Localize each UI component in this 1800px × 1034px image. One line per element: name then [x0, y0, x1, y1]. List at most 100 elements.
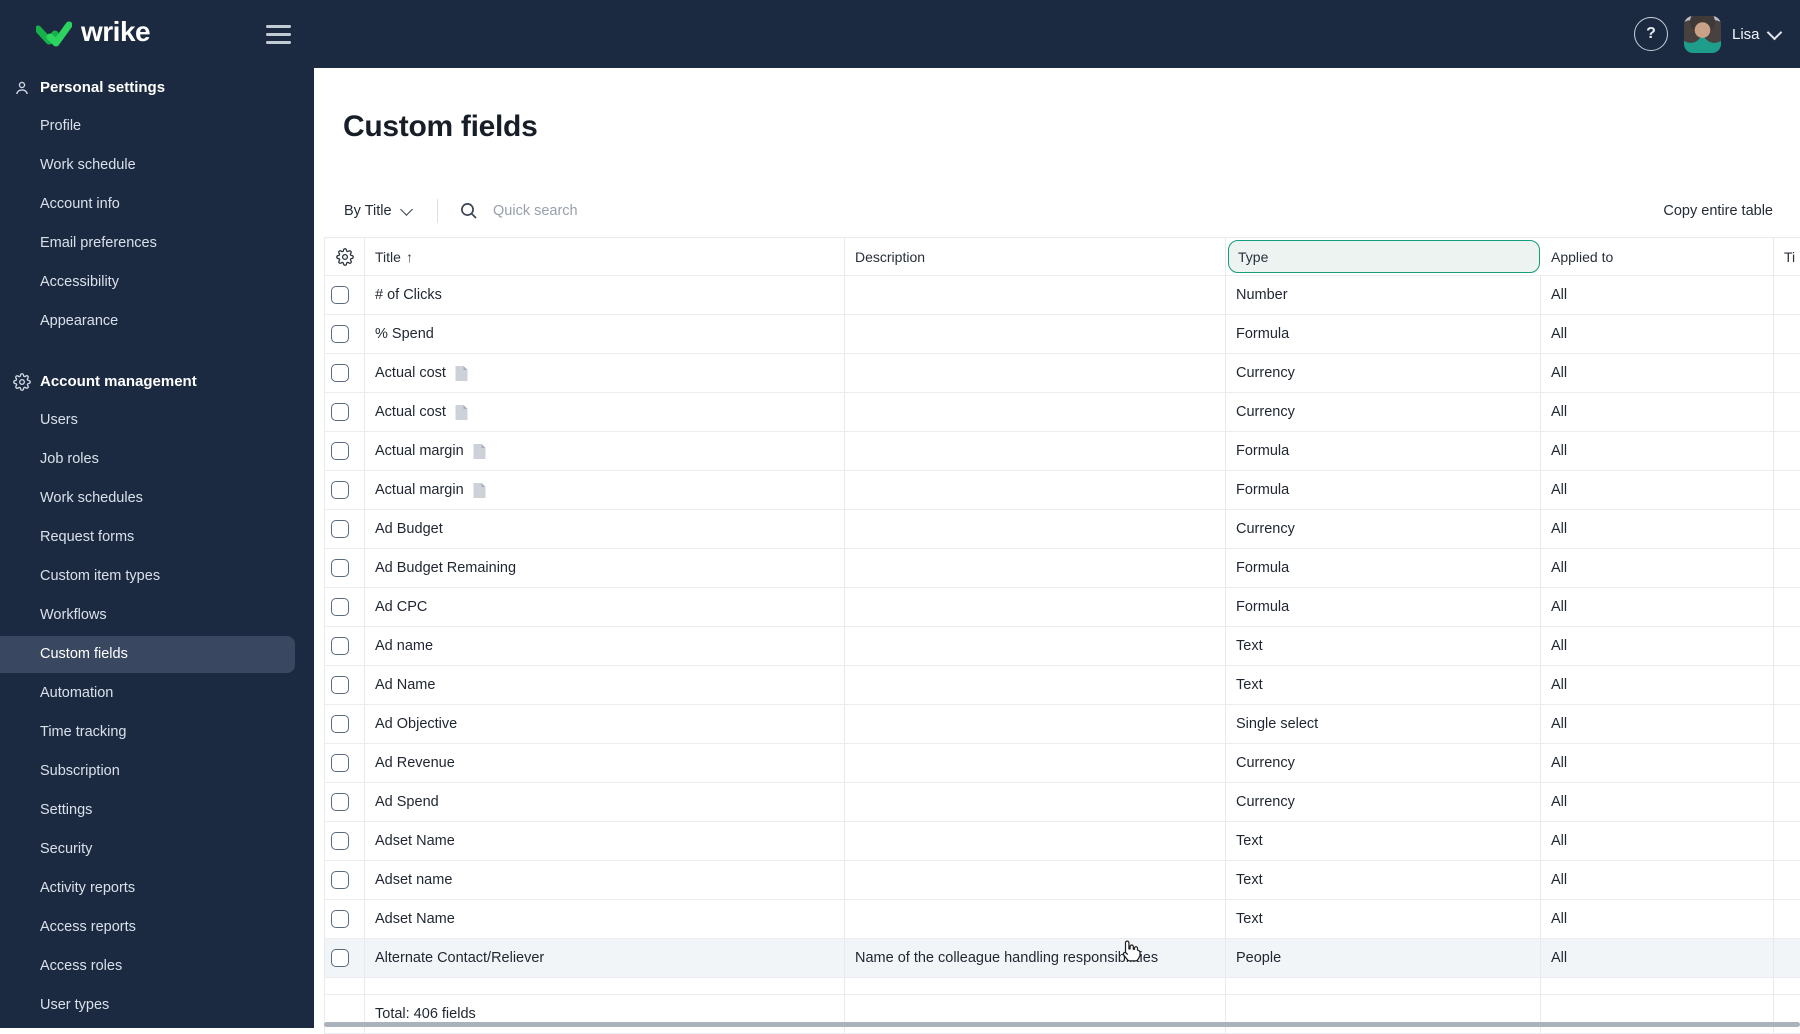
table-row[interactable]: # of Clicks Number All: [325, 276, 1800, 315]
sidebar-item-access-roles[interactable]: Access roles: [0, 947, 314, 986]
field-type-cell[interactable]: Currency: [1226, 393, 1541, 432]
field-description-cell[interactable]: [845, 627, 1226, 666]
column-header-partial[interactable]: Ti: [1774, 237, 1800, 276]
field-description-cell[interactable]: [845, 666, 1226, 705]
table-settings-gear-button[interactable]: [325, 237, 365, 276]
field-description-cell[interactable]: [845, 549, 1226, 588]
field-title-cell[interactable]: Ad name: [365, 627, 845, 666]
sidebar-item-users[interactable]: Users: [0, 401, 314, 440]
field-title-cell[interactable]: Actual cost: [365, 354, 845, 393]
row-checkbox[interactable]: [331, 559, 349, 577]
field-applied-to-cell[interactable]: All: [1541, 744, 1774, 783]
field-title-cell[interactable]: Ad CPC: [365, 588, 845, 627]
sidebar-item-access-reports[interactable]: Access reports: [0, 908, 314, 947]
sidebar-item-appearance[interactable]: Appearance: [0, 302, 314, 341]
field-type-cell[interactable]: Currency: [1226, 783, 1541, 822]
row-checkbox[interactable]: [331, 364, 349, 382]
field-applied-to-cell[interactable]: All: [1541, 393, 1774, 432]
table-row[interactable]: Ad name Text All: [325, 627, 1800, 666]
horizontal-scrollbar[interactable]: [324, 1022, 1800, 1027]
field-applied-to-cell[interactable]: All: [1541, 783, 1774, 822]
sort-by-dropdown[interactable]: By Title: [344, 191, 413, 231]
table-row[interactable]: Ad Name Text All: [325, 666, 1800, 705]
field-description-cell[interactable]: Name of the colleague handling responsib…: [845, 939, 1226, 978]
field-type-cell[interactable]: Formula: [1226, 549, 1541, 588]
sidebar-item-profile[interactable]: Profile: [0, 107, 314, 146]
row-checkbox[interactable]: [331, 871, 349, 889]
field-applied-to-cell[interactable]: All: [1541, 354, 1774, 393]
field-title-cell[interactable]: Actual margin: [365, 471, 845, 510]
sidebar-item-time-tracking[interactable]: Time tracking: [0, 713, 314, 752]
field-title-cell[interactable]: Alternate Contact/Reliever: [365, 939, 845, 978]
field-type-cell[interactable]: People: [1226, 939, 1541, 978]
field-type-cell[interactable]: Text: [1226, 861, 1541, 900]
field-description-cell[interactable]: [845, 510, 1226, 549]
sidebar-item-work-schedules[interactable]: Work schedules: [0, 479, 314, 518]
field-type-cell[interactable]: Currency: [1226, 354, 1541, 393]
sidebar-item-automation[interactable]: Automation: [0, 674, 314, 713]
field-description-cell[interactable]: [845, 471, 1226, 510]
sidebar-item-custom-item-types[interactable]: Custom item types: [0, 557, 314, 596]
field-description-cell[interactable]: [845, 744, 1226, 783]
field-type-cell[interactable]: Text: [1226, 822, 1541, 861]
field-applied-to-cell[interactable]: All: [1541, 822, 1774, 861]
column-header-title[interactable]: Title ↑: [365, 237, 845, 276]
field-applied-to-cell[interactable]: All: [1541, 900, 1774, 939]
field-type-cell[interactable]: Text: [1226, 627, 1541, 666]
field-description-cell[interactable]: [845, 354, 1226, 393]
table-row[interactable]: Actual margin Formula All: [325, 471, 1800, 510]
hamburger-menu-icon[interactable]: [266, 22, 294, 46]
field-title-cell[interactable]: Actual margin: [365, 432, 845, 471]
field-title-cell[interactable]: Ad Objective: [365, 705, 845, 744]
table-row[interactable]: Alternate Contact/Reliever Name of the c…: [325, 939, 1800, 978]
table-row[interactable]: Adset Name Text All: [325, 900, 1800, 939]
field-title-cell[interactable]: Ad Budget Remaining: [365, 549, 845, 588]
field-applied-to-cell[interactable]: All: [1541, 510, 1774, 549]
type-column-highlight[interactable]: Type: [1228, 240, 1540, 273]
field-applied-to-cell[interactable]: All: [1541, 627, 1774, 666]
field-title-cell[interactable]: Ad Name: [365, 666, 845, 705]
row-checkbox[interactable]: [331, 442, 349, 460]
field-applied-to-cell[interactable]: All: [1541, 315, 1774, 354]
sidebar-item-security[interactable]: Security: [0, 830, 314, 869]
column-header-description[interactable]: Description: [845, 237, 1226, 276]
field-description-cell[interactable]: [845, 588, 1226, 627]
field-type-cell[interactable]: Single select: [1226, 705, 1541, 744]
table-row[interactable]: Actual cost Currency All: [325, 354, 1800, 393]
field-title-cell[interactable]: # of Clicks: [365, 276, 845, 315]
field-description-cell[interactable]: [845, 705, 1226, 744]
sidebar-item-email-preferences[interactable]: Email preferences: [0, 224, 314, 263]
table-row[interactable]: Ad Objective Single select All: [325, 705, 1800, 744]
field-description-cell[interactable]: [845, 900, 1226, 939]
avatar[interactable]: [1684, 16, 1721, 53]
table-row[interactable]: Ad Revenue Currency All: [325, 744, 1800, 783]
table-row[interactable]: Adset Name Text All: [325, 822, 1800, 861]
field-type-cell[interactable]: Currency: [1226, 510, 1541, 549]
field-title-cell[interactable]: Ad Budget: [365, 510, 845, 549]
sidebar-item-activity-reports[interactable]: Activity reports: [0, 869, 314, 908]
row-checkbox[interactable]: [331, 325, 349, 343]
sidebar-item-job-roles[interactable]: Job roles: [0, 440, 314, 479]
field-applied-to-cell[interactable]: All: [1541, 666, 1774, 705]
sidebar-item-settings[interactable]: Settings: [0, 791, 314, 830]
field-description-cell[interactable]: [845, 783, 1226, 822]
row-checkbox[interactable]: [331, 754, 349, 772]
sidebar-item-user-types[interactable]: User types: [0, 986, 314, 1025]
field-description-cell[interactable]: [845, 432, 1226, 471]
row-checkbox[interactable]: [331, 481, 349, 499]
field-type-cell[interactable]: Text: [1226, 900, 1541, 939]
field-title-cell[interactable]: Adset Name: [365, 822, 845, 861]
table-row[interactable]: Ad Budget Currency All: [325, 510, 1800, 549]
field-applied-to-cell[interactable]: All: [1541, 471, 1774, 510]
field-title-cell[interactable]: % Spend: [365, 315, 845, 354]
field-applied-to-cell[interactable]: All: [1541, 549, 1774, 588]
table-row[interactable]: Ad Spend Currency All: [325, 783, 1800, 822]
row-checkbox[interactable]: [331, 598, 349, 616]
field-type-cell[interactable]: Formula: [1226, 432, 1541, 471]
field-description-cell[interactable]: [845, 276, 1226, 315]
field-title-cell[interactable]: Ad Revenue: [365, 744, 845, 783]
field-type-cell[interactable]: Number: [1226, 276, 1541, 315]
user-menu[interactable]: Lisa: [1732, 0, 1782, 68]
column-header-type[interactable]: Type: [1226, 237, 1541, 276]
sidebar-item-custom-fields[interactable]: Custom fields: [0, 635, 314, 674]
